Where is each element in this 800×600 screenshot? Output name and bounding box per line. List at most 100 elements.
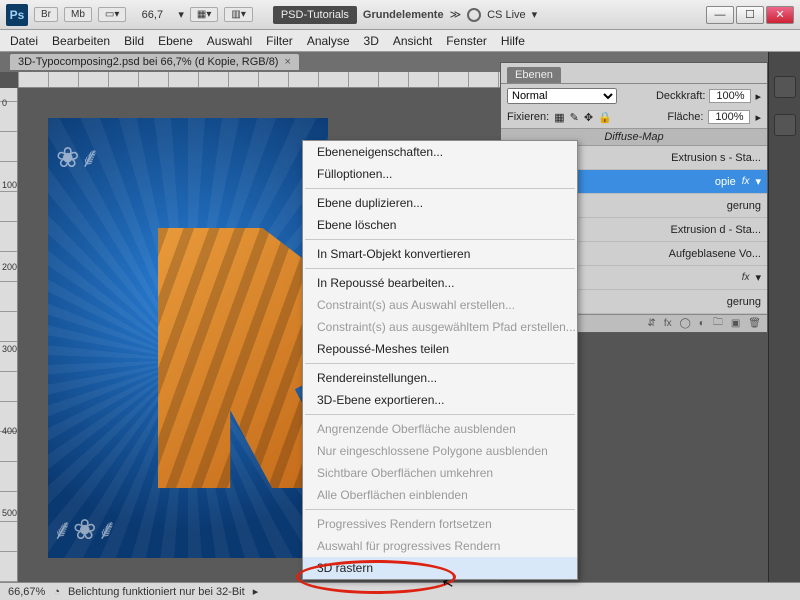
menu-separator (305, 363, 575, 364)
blend-mode-select[interactable]: Normal (507, 88, 617, 104)
context-menu-item: Nur eingeschlossene Polygone ausblenden (303, 440, 577, 462)
layer-name: gerung (727, 296, 761, 308)
menu-fenster[interactable]: Fenster (446, 34, 487, 48)
menu-ebene[interactable]: Ebene (158, 34, 193, 48)
document-tab[interactable]: 3D-Typocomposing2.psd bei 66,7% (d Kopie… (10, 54, 299, 70)
zoom-value[interactable]: 66,7 (132, 9, 172, 21)
lock-label: Fixieren: (507, 111, 549, 123)
cs-live-chevron-icon[interactable]: ▾ (532, 8, 538, 21)
zoom-stepper-icon[interactable]: ▾ (178, 8, 184, 21)
workspace-psdtutorials[interactable]: PSD-Tutorials (273, 6, 357, 24)
layer-fx-icon[interactable]: fx (742, 176, 750, 187)
lock-pixels-icon[interactable]: ✎ (570, 111, 579, 124)
trash-icon[interactable]: 🗑 (748, 318, 761, 329)
floral-swirl-icon: ❀⸙ (56, 138, 100, 176)
workspace-grundelemente[interactable]: Grundelemente (363, 9, 444, 21)
context-menu-item: Sichtbare Oberflächen umkehren (303, 462, 577, 484)
context-menu-item[interactable]: Ebeneneigenschaften... (303, 141, 577, 163)
context-menu-item[interactable]: In Smart-Objekt konvertieren (303, 243, 577, 265)
window-close-button[interactable]: ✕ (766, 6, 794, 24)
menu-separator (305, 268, 575, 269)
close-tab-icon[interactable]: × (284, 56, 290, 68)
opacity-flyout-icon[interactable]: ▸ (755, 90, 761, 103)
window-maximize-button[interactable]: ☐ (736, 6, 764, 24)
context-menu-item: Constraint(s) aus Auswahl erstellen... (303, 294, 577, 316)
ruler-tick: 400 (2, 426, 17, 436)
menu-separator (305, 509, 575, 510)
cs-live-label[interactable]: CS Live (487, 9, 526, 21)
ruler-tick: 200 (2, 262, 17, 272)
window-minimize-button[interactable]: — (706, 6, 734, 24)
status-bar: 66,67% ◔ Belichtung funktioniert nur bei… (0, 582, 800, 600)
mask-icon[interactable]: ◯ (680, 318, 691, 329)
menu-auswahl[interactable]: Auswahl (207, 34, 252, 48)
layer-name: Extrusion d - Sta... (671, 224, 761, 236)
menu-hilfe[interactable]: Hilfe (501, 34, 525, 48)
context-menu-item[interactable]: Repoussé-Meshes teilen (303, 338, 577, 360)
screen-mode-icon[interactable]: ▭▾ (98, 7, 126, 22)
status-zoom[interactable]: 66,67% (8, 586, 45, 598)
context-menu-item[interactable]: In Repoussé bearbeiten... (303, 272, 577, 294)
ruler-tick: 500 (2, 508, 17, 518)
menu-3d[interactable]: 3D (364, 34, 379, 48)
main-menubar: Datei Bearbeiten Bild Ebene Auswahl Filter Ana… (0, 30, 800, 52)
cs-live-icon[interactable] (467, 8, 481, 22)
collapsed-panel-icon[interactable] (774, 76, 796, 98)
ps-logo-icon: Ps (6, 4, 28, 26)
new-layer-icon[interactable]: ▣ (731, 318, 740, 329)
floral-swirl-icon: ⸙❀⸙ (52, 510, 117, 548)
minibridge-button[interactable]: Mb (64, 7, 92, 22)
opacity-value[interactable]: 100% (709, 89, 751, 103)
opacity-label: Deckkraft: (656, 90, 706, 102)
context-menu-item[interactable]: Ebene löschen (303, 214, 577, 236)
menu-bild[interactable]: Bild (124, 34, 144, 48)
context-menu-item[interactable]: 3D-Ebene exportieren... (303, 389, 577, 411)
bridge-button[interactable]: Br (34, 7, 58, 22)
adjustment-icon[interactable]: ◐ (699, 318, 705, 329)
status-flyout-icon[interactable]: ▸ (253, 585, 259, 598)
fill-value[interactable]: 100% (708, 110, 750, 124)
menu-bearbeiten[interactable]: Bearbeiten (52, 34, 110, 48)
menu-filter[interactable]: Filter (266, 34, 293, 48)
app-titlebar: Ps Br Mb ▭▾ 66,7 ▾ ▦▾ ▥▾ PSD-Tutorials G… (0, 0, 800, 30)
context-menu-item[interactable]: Fülloptionen... (303, 163, 577, 185)
context-menu-item: Alle Oberflächen einblenden (303, 484, 577, 506)
document-canvas[interactable]: ❀⸙ ⸙❀ ⸙❀⸙ (48, 118, 328, 558)
link-layers-icon[interactable]: ⇵ (647, 318, 655, 329)
menu-analyse[interactable]: Analyse (307, 34, 350, 48)
menu-ansicht[interactable]: Ansicht (393, 34, 432, 48)
collapsed-panel-icon[interactable] (774, 114, 796, 136)
ruler-vertical: 0 100 200 300 400 500 (0, 88, 18, 582)
status-info-icon[interactable]: ◔ (53, 586, 60, 598)
folder-icon[interactable]: 🗀 (713, 315, 723, 332)
lock-transparency-icon[interactable]: ▦ (554, 111, 564, 124)
workspace-more-icon[interactable]: ≫ (450, 8, 462, 21)
menu-separator (305, 239, 575, 240)
status-exposure-msg: Belichtung funktioniert nur bei 32-Bit (68, 586, 245, 598)
ruler-tick: 300 (2, 344, 17, 354)
layers-panel-tab[interactable]: Ebenen (507, 67, 561, 83)
right-toolstrip (768, 52, 800, 582)
layer-name: opie (715, 176, 736, 188)
context-menu-item[interactable]: Rendereinstellungen... (303, 367, 577, 389)
ruler-tick: 0 (2, 98, 7, 108)
layer-name: Aufgeblasene Vo... (669, 248, 761, 260)
chevron-down-icon[interactable]: ▾ (755, 271, 761, 284)
menu-separator (305, 188, 575, 189)
chevron-down-icon[interactable]: ▾ (755, 175, 761, 188)
layer-context-menu: Ebeneneigenschaften...Fülloptionen... Ebe… (302, 140, 578, 580)
context-menu-item[interactable]: Ebene duplizieren... (303, 192, 577, 214)
ruler-horizontal (18, 72, 500, 88)
arrange-docs-button[interactable]: ▥▾ (224, 7, 252, 22)
context-menu-item: Auswahl für progressives Rendern (303, 535, 577, 557)
fill-flyout-icon[interactable]: ▸ (755, 111, 761, 124)
menu-separator (305, 414, 575, 415)
menu-datei[interactable]: Datei (10, 34, 38, 48)
layer-fx-icon[interactable]: fx (742, 272, 750, 283)
fx-icon[interactable]: fx (664, 318, 672, 329)
view-extras-button[interactable]: ▦▾ (190, 7, 218, 22)
lock-position-icon[interactable]: ✥ (584, 111, 593, 124)
layer-name: gerung (727, 200, 761, 212)
ruler-tick: 100 (2, 180, 17, 190)
lock-all-icon[interactable]: 🔒 (598, 111, 612, 124)
